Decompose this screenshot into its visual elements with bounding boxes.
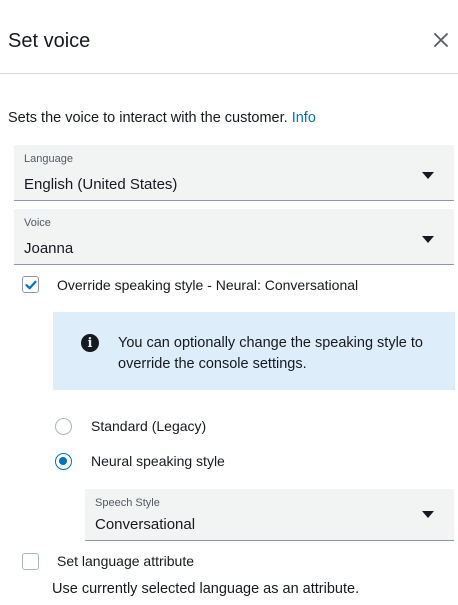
voice-select[interactable]: Voice Joanna [14,209,454,265]
voice-label: Voice [24,217,51,229]
close-icon-glyph [434,33,448,47]
close-icon[interactable] [430,29,452,51]
panel-title: Set voice [8,30,91,52]
radio-standard-label: Standard (Legacy) [91,418,207,434]
override-label: Override speaking style - Neural: Conver… [57,277,359,293]
caret-down-icon [422,236,434,243]
radio-neural-label: Neural speaking style [91,453,225,469]
radio-neural[interactable] [55,453,72,470]
description: Sets the voice to interact with the cust… [8,110,316,126]
speech-style-label: Speech Style [95,497,160,509]
voice-value: Joanna [24,240,74,257]
language-attribute-label: Set language attribute [57,553,194,569]
language-label: Language [24,153,73,165]
info-message: You can optionally change the speaking s… [118,335,423,372]
info-link[interactable]: Info [292,110,316,126]
language-attribute-checkbox[interactable] [22,553,39,570]
checkmark-icon [24,280,37,289]
info-icon: i [81,334,99,352]
radio-standard[interactable] [55,418,72,435]
description-text: Sets the voice to interact with the cust… [8,110,288,126]
speech-style-select[interactable]: Speech Style Conversational [85,489,454,541]
speech-style-value: Conversational [95,516,196,533]
language-attribute-hint: Use currently selected language as an at… [52,581,360,597]
set-voice-panel: Set voice Sets the voice to interact wit… [0,0,458,605]
caret-down-icon [422,172,434,179]
language-value: English (United States) [24,176,178,193]
caret-down-icon [422,511,434,518]
language-select[interactable]: Language English (United States) [14,145,454,201]
override-checkbox[interactable] [22,276,39,293]
panel-header: Set voice [0,0,458,74]
info-alert: i You can optionally change the speaking… [53,312,455,390]
